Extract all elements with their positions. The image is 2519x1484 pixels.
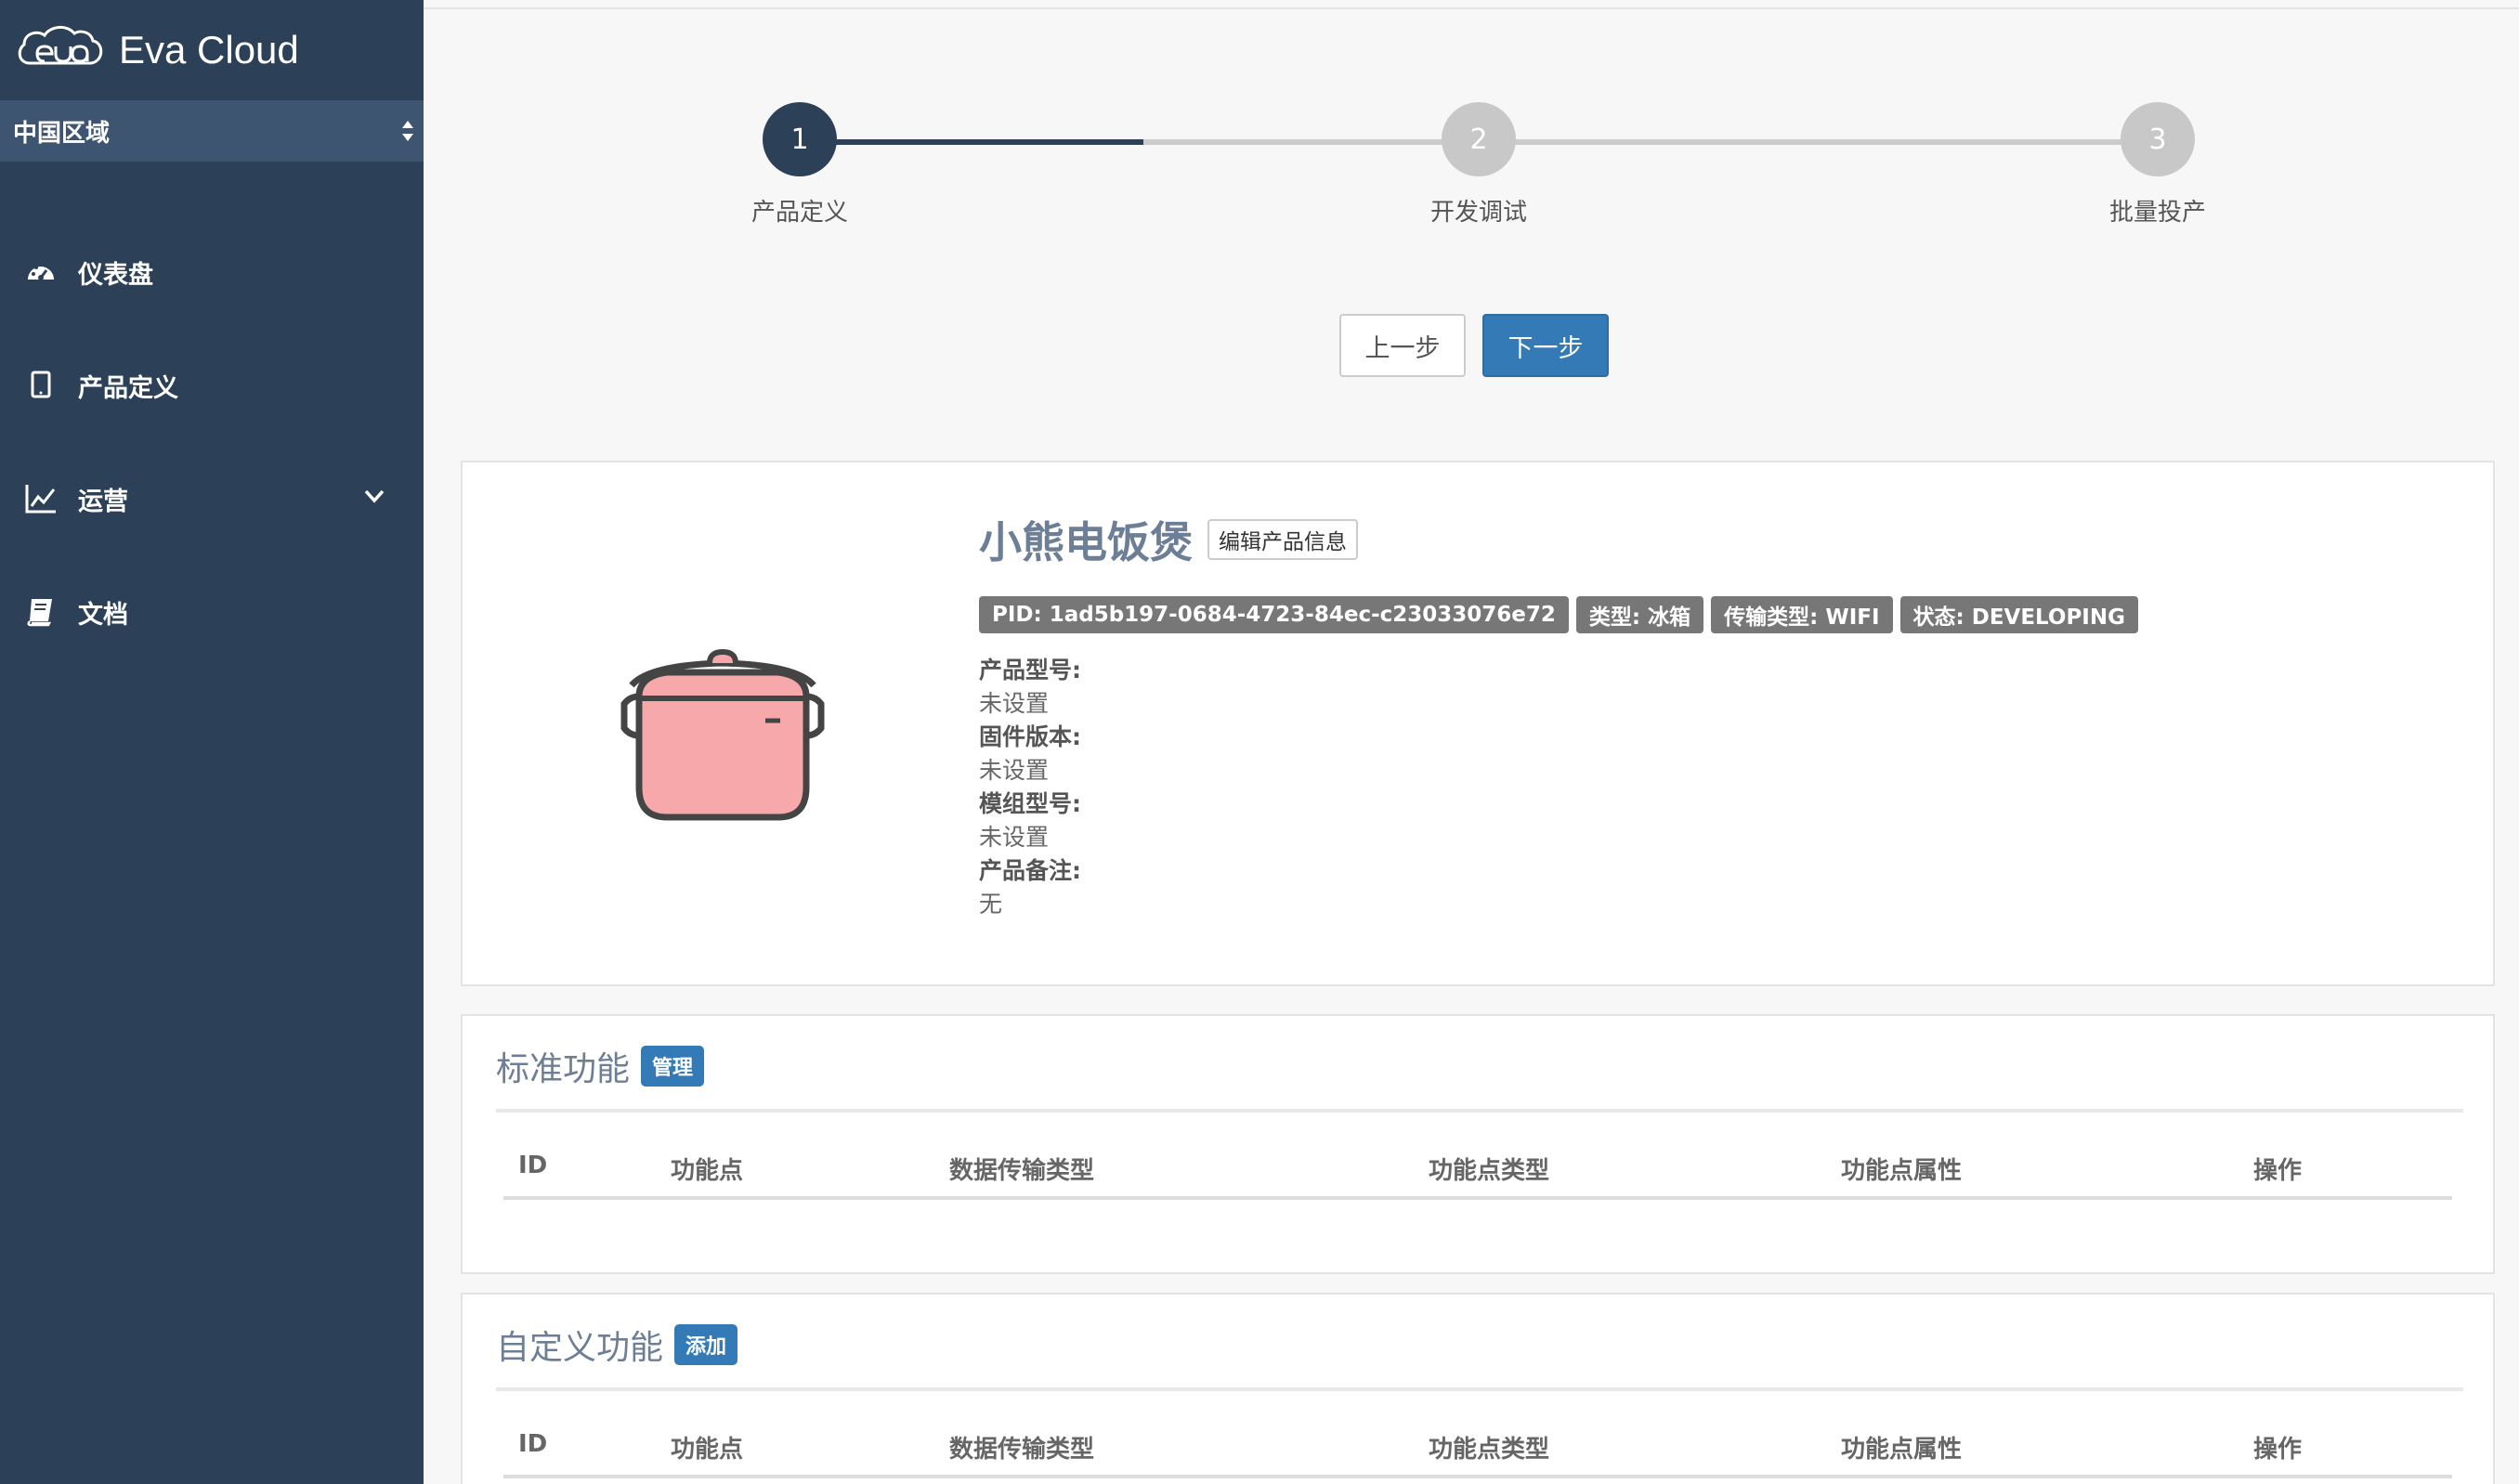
product-name: 小熊电饭煲 — [979, 517, 1193, 567]
sidebar-item-product-definition[interactable]: 产品定义 — [0, 329, 424, 442]
table-header: ID 功能点 数据传输类型 功能点类型 功能点属性 操作 — [503, 1419, 2452, 1478]
eva-logo-icon — [18, 26, 103, 65]
step-1[interactable]: 1 产品定义 — [707, 102, 893, 228]
column-header[interactable]: 功能点类型 — [1429, 1430, 1549, 1464]
column-header[interactable]: ID — [518, 1152, 547, 1179]
column-header[interactable]: 功能点 — [671, 1152, 743, 1186]
step-label: 开发调试 — [1429, 199, 1527, 227]
step-2[interactable]: 2 开发调试 — [1386, 102, 1572, 228]
column-header[interactable]: 操作 — [2253, 1430, 2302, 1464]
column-header[interactable]: ID — [518, 1430, 547, 1458]
column-header[interactable]: 数据传输类型 — [949, 1152, 1094, 1186]
standard-functions-panel: 标准功能 管理 ID 功能点 数据传输类型 功能点类型 功能点属性 操作 — [461, 1014, 2495, 1274]
product-info-panel: 小熊电饭煲 编辑产品信息 PID: 1ad5b197-0684-4723-84e… — [461, 461, 2495, 986]
progress-steps: 1 产品定义 2 开发调试 3 批量投产 — [424, 0, 2519, 241]
section-header: 标准功能 管理 — [496, 1042, 2463, 1113]
column-header[interactable]: 功能点属性 — [1841, 1152, 1962, 1186]
product-tags: PID: 1ad5b197-0684-4723-84ec-c23033076e7… — [979, 596, 2138, 633]
sidebar-item-label: 文档 — [78, 600, 128, 630]
book-icon — [22, 593, 59, 631]
region-selector[interactable]: 中国区域 — [0, 100, 424, 162]
sidebar-item-label: 仪表盘 — [78, 260, 153, 290]
step-number: 2 — [1442, 102, 1516, 176]
line-chart-icon — [22, 480, 59, 517]
product-title-row: 小熊电饭煲 编辑产品信息 — [979, 509, 2138, 570]
pid-tag: PID: 1ad5b197-0684-4723-84ec-c23033076e7… — [979, 596, 1569, 633]
rice-cooker-icon — [620, 648, 825, 821]
brand-name: Eva Cloud — [119, 28, 299, 72]
tablet-icon — [22, 367, 59, 404]
product-details: 小熊电饭煲 编辑产品信息 PID: 1ad5b197-0684-4723-84e… — [979, 509, 2138, 921]
column-header[interactable]: 操作 — [2253, 1152, 2302, 1186]
column-header[interactable]: 功能点属性 — [1841, 1430, 1962, 1464]
column-header[interactable]: 功能点 — [671, 1430, 743, 1464]
chevron-down-icon[interactable] — [362, 484, 386, 514]
sidebar-item-docs[interactable]: 文档 — [0, 555, 424, 669]
prop-value: 无 — [979, 891, 1003, 918]
next-step-button[interactable]: 下一步 — [1482, 314, 1609, 377]
prop-key: 模组型号: — [979, 790, 1081, 817]
section-header: 自定义功能 添加 — [496, 1321, 2463, 1391]
table-header: ID 功能点 数据传输类型 功能点类型 功能点属性 操作 — [503, 1140, 2452, 1200]
prop-key: 固件版本: — [979, 723, 1081, 750]
edit-product-button[interactable]: 编辑产品信息 — [1207, 519, 1358, 560]
step-3[interactable]: 3 批量投产 — [2065, 102, 2251, 228]
sidebar-item-operations[interactable]: 运营 — [0, 442, 424, 555]
prop-value: 未设置 — [979, 690, 1050, 717]
dashboard-icon — [22, 254, 59, 291]
type-tag: 类型: 冰箱 — [1575, 596, 1704, 633]
prev-step-button[interactable]: 上一步 — [1339, 314, 1466, 377]
transport-tag: 传输类型: WIFI — [1711, 596, 1893, 633]
manage-button[interactable]: 管理 — [641, 1046, 705, 1087]
sidebar-item-dashboard[interactable]: 仪表盘 — [0, 215, 424, 329]
column-header[interactable]: 功能点类型 — [1429, 1152, 1549, 1186]
brand[interactable]: Eva Cloud — [0, 0, 424, 100]
region-label: 中国区域 — [13, 119, 111, 148]
custom-functions-panel: 自定义功能 添加 ID 功能点 数据传输类型 功能点类型 功能点属性 操作 — [461, 1293, 2495, 1484]
sidebar-nav: 仪表盘 产品定义 运营 文档 — [0, 215, 424, 669]
prop-value: 未设置 — [979, 824, 1050, 851]
step-label: 产品定义 — [750, 199, 848, 227]
section-title: 自定义功能 — [496, 1329, 664, 1367]
sidebar-item-label: 运营 — [78, 487, 128, 516]
column-header[interactable]: 数据传输类型 — [949, 1430, 1094, 1464]
step-buttons: 上一步 下一步 — [1339, 314, 1609, 377]
prop-key: 产品备注: — [979, 857, 1081, 884]
section-title: 标准功能 — [496, 1050, 631, 1088]
sidebar-item-label: 产品定义 — [78, 373, 178, 403]
step-number: 3 — [2121, 102, 2195, 176]
status-tag: 状态: DEVELOPING — [1899, 596, 2138, 633]
prop-value: 未设置 — [979, 757, 1050, 784]
product-properties: 产品型号: 未设置 固件版本: 未设置 模组型号: 未设置 产品备注: 无 — [979, 654, 2138, 921]
prop-key: 产品型号: — [979, 657, 1081, 683]
main-content: 1 产品定义 2 开发调试 3 批量投产 上一步 下一步 小熊电饭煲 编辑产品信… — [424, 0, 2519, 1484]
sidebar: Eva Cloud 中国区域 仪表盘 产品定义 运营 文档 — [0, 0, 424, 1484]
add-function-button[interactable]: 添加 — [674, 1324, 738, 1365]
sort-caret-icon — [401, 119, 414, 143]
step-label: 批量投产 — [2108, 199, 2206, 227]
step-number: 1 — [763, 102, 837, 176]
